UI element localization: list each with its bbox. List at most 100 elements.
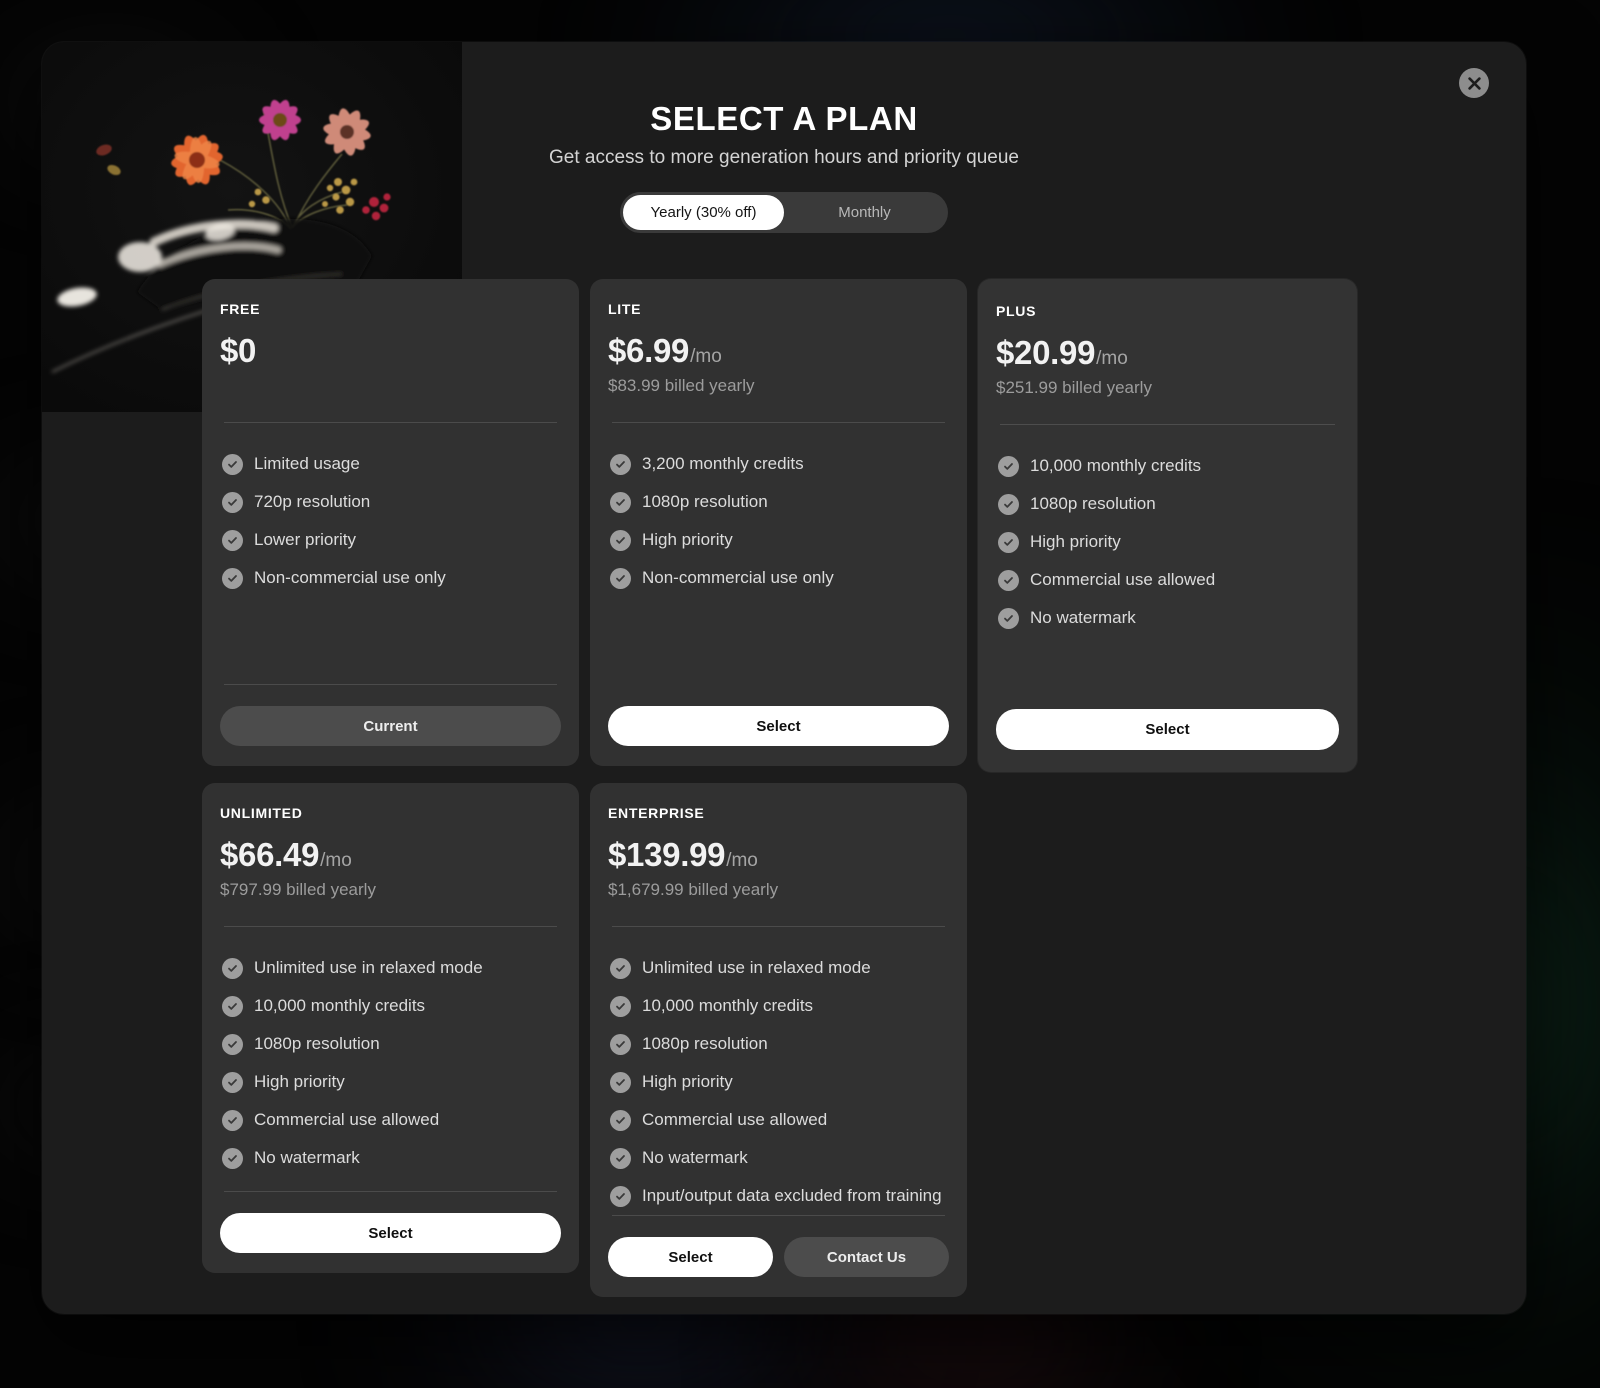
feature-label: Lower priority <box>254 530 357 549</box>
list-item: 10,000 monthly credits <box>998 447 1337 485</box>
plan-card-unlimited[interactable]: UNLIMITED $66.49 /mo $797.99 billed year… <box>202 783 579 1273</box>
check-icon <box>222 453 243 475</box>
feature-label: Unlimited use in relaxed mode <box>254 958 483 977</box>
list-item: No watermark <box>610 1139 947 1177</box>
plan-price-period: /mo <box>1096 348 1128 369</box>
plan-card-plus[interactable]: PLUS $20.99 /mo $251.99 billed yearly 10… <box>978 279 1357 772</box>
check-icon <box>222 1033 243 1055</box>
check-icon <box>222 491 243 513</box>
check-icon <box>222 957 243 979</box>
check-icon <box>610 491 631 513</box>
close-icon <box>1467 76 1481 90</box>
plan-cards-grid: FREE $0 Limited usage 720p resolution Lo… <box>202 279 1366 1297</box>
plan-card-enterprise[interactable]: ENTERPRISE $139.99 /mo $1,679.99 billed … <box>590 783 967 1297</box>
feature-label: 720p resolution <box>254 492 371 511</box>
current-plan-button[interactable]: Current <box>220 706 561 746</box>
check-icon <box>610 957 631 979</box>
check-icon <box>610 529 631 551</box>
check-icon <box>998 455 1019 477</box>
plan-price: $20.99 <box>996 334 1096 371</box>
list-item: High priority <box>222 1063 559 1101</box>
page-title: SELECT A PLAN <box>650 100 918 137</box>
feature-label: Non-commercial use only <box>254 568 446 587</box>
check-icon <box>998 531 1019 553</box>
plan-billed-note: $83.99 billed yearly <box>608 376 755 395</box>
billing-period-toggle[interactable]: Yearly (30% off) Monthly <box>620 192 948 233</box>
feature-label: High priority <box>254 1072 345 1091</box>
plan-price: $139.99 <box>608 836 726 873</box>
list-item: 1080p resolution <box>610 483 947 521</box>
plan-price: $0 <box>220 332 257 369</box>
page-subtitle: Get access to more generation hours and … <box>549 147 1019 168</box>
feature-label: Commercial use allowed <box>642 1110 828 1129</box>
check-icon <box>610 1033 631 1055</box>
feature-label: No watermark <box>254 1148 360 1167</box>
feature-label: Commercial use allowed <box>254 1110 440 1129</box>
card-footer: Select <box>996 688 1339 750</box>
feature-label: Limited usage <box>254 454 360 473</box>
select-plan-button[interactable]: Select <box>996 709 1339 750</box>
check-icon <box>222 567 243 589</box>
card-footer: Select <box>608 685 949 746</box>
plan-price: $66.49 <box>220 836 320 873</box>
check-icon <box>998 493 1019 515</box>
plan-card-free[interactable]: FREE $0 Limited usage 720p resolution Lo… <box>202 279 579 766</box>
list-item: 10,000 monthly credits <box>222 987 559 1025</box>
check-icon <box>998 569 1019 591</box>
check-icon <box>222 1147 243 1169</box>
feature-label: 1080p resolution <box>642 1034 768 1053</box>
plan-feature-list: Unlimited use in relaxed mode 10,000 mon… <box>220 927 561 1191</box>
list-item: Commercial use allowed <box>222 1101 559 1139</box>
modal-header: SELECT A PLAN Get access to more generat… <box>42 42 1526 233</box>
select-plan-button[interactable]: Select <box>608 706 949 746</box>
card-footer: Current <box>220 684 561 746</box>
plan-billed-note: $1,679.99 billed yearly <box>608 880 779 899</box>
plan-price: $6.99 <box>608 332 690 369</box>
check-icon <box>610 1147 631 1169</box>
check-icon <box>222 1109 243 1131</box>
plan-name: FREE <box>220 301 261 317</box>
feature-label: 3,200 monthly credits <box>642 454 804 473</box>
feature-label: Unlimited use in relaxed mode <box>642 958 871 977</box>
list-item: High priority <box>610 521 947 559</box>
plan-price-period: /mo <box>726 850 758 871</box>
plan-billed-note: $797.99 billed yearly <box>220 880 376 899</box>
list-item: 10,000 monthly credits <box>610 987 947 1025</box>
close-button[interactable] <box>1459 68 1489 98</box>
card-footer: Select <box>220 1191 561 1253</box>
plan-feature-list: Limited usage 720p resolution Lower prio… <box>220 423 561 684</box>
check-icon <box>998 607 1019 629</box>
contact-us-button[interactable]: Contact Us <box>784 1237 949 1277</box>
feature-label: No watermark <box>642 1148 748 1167</box>
plan-name: ENTERPRISE <box>608 805 705 821</box>
list-item: 1080p resolution <box>998 485 1337 523</box>
check-icon <box>222 995 243 1017</box>
select-plan-button[interactable]: Select <box>608 1237 773 1277</box>
list-item: Input/output data excluded from training <box>610 1177 947 1215</box>
select-plan-button[interactable]: Select <box>220 1213 561 1253</box>
feature-label: High priority <box>1030 532 1121 551</box>
feature-label: 10,000 monthly credits <box>254 996 426 1015</box>
list-item: Non-commercial use only <box>610 559 947 597</box>
list-item: Commercial use allowed <box>610 1101 947 1139</box>
plan-name: UNLIMITED <box>220 805 303 821</box>
feature-label: 1080p resolution <box>1030 494 1156 513</box>
toggle-option-yearly[interactable]: Yearly (30% off) <box>623 195 784 230</box>
list-item: No watermark <box>998 599 1337 637</box>
list-item: No watermark <box>222 1139 559 1177</box>
check-icon <box>610 995 631 1017</box>
feature-label: High priority <box>642 1072 733 1091</box>
plan-price-period: /mo <box>320 850 352 871</box>
list-item: Lower priority <box>222 521 559 559</box>
plan-name: PLUS <box>996 303 1037 319</box>
plan-feature-list: 10,000 monthly credits 1080p resolution … <box>996 425 1339 688</box>
plan-price-period: /mo <box>690 346 722 367</box>
plan-billed-note: $251.99 billed yearly <box>996 378 1152 397</box>
plan-card-lite[interactable]: LITE $6.99 /mo $83.99 billed yearly 3,20… <box>590 279 967 766</box>
plan-feature-list: 3,200 monthly credits 1080p resolution H… <box>608 423 949 685</box>
plan-name: LITE <box>608 301 642 317</box>
toggle-option-monthly[interactable]: Monthly <box>784 195 945 230</box>
feature-label: 1080p resolution <box>642 492 768 511</box>
feature-label: 10,000 monthly credits <box>642 996 814 1015</box>
feature-label: 1080p resolution <box>254 1034 380 1053</box>
